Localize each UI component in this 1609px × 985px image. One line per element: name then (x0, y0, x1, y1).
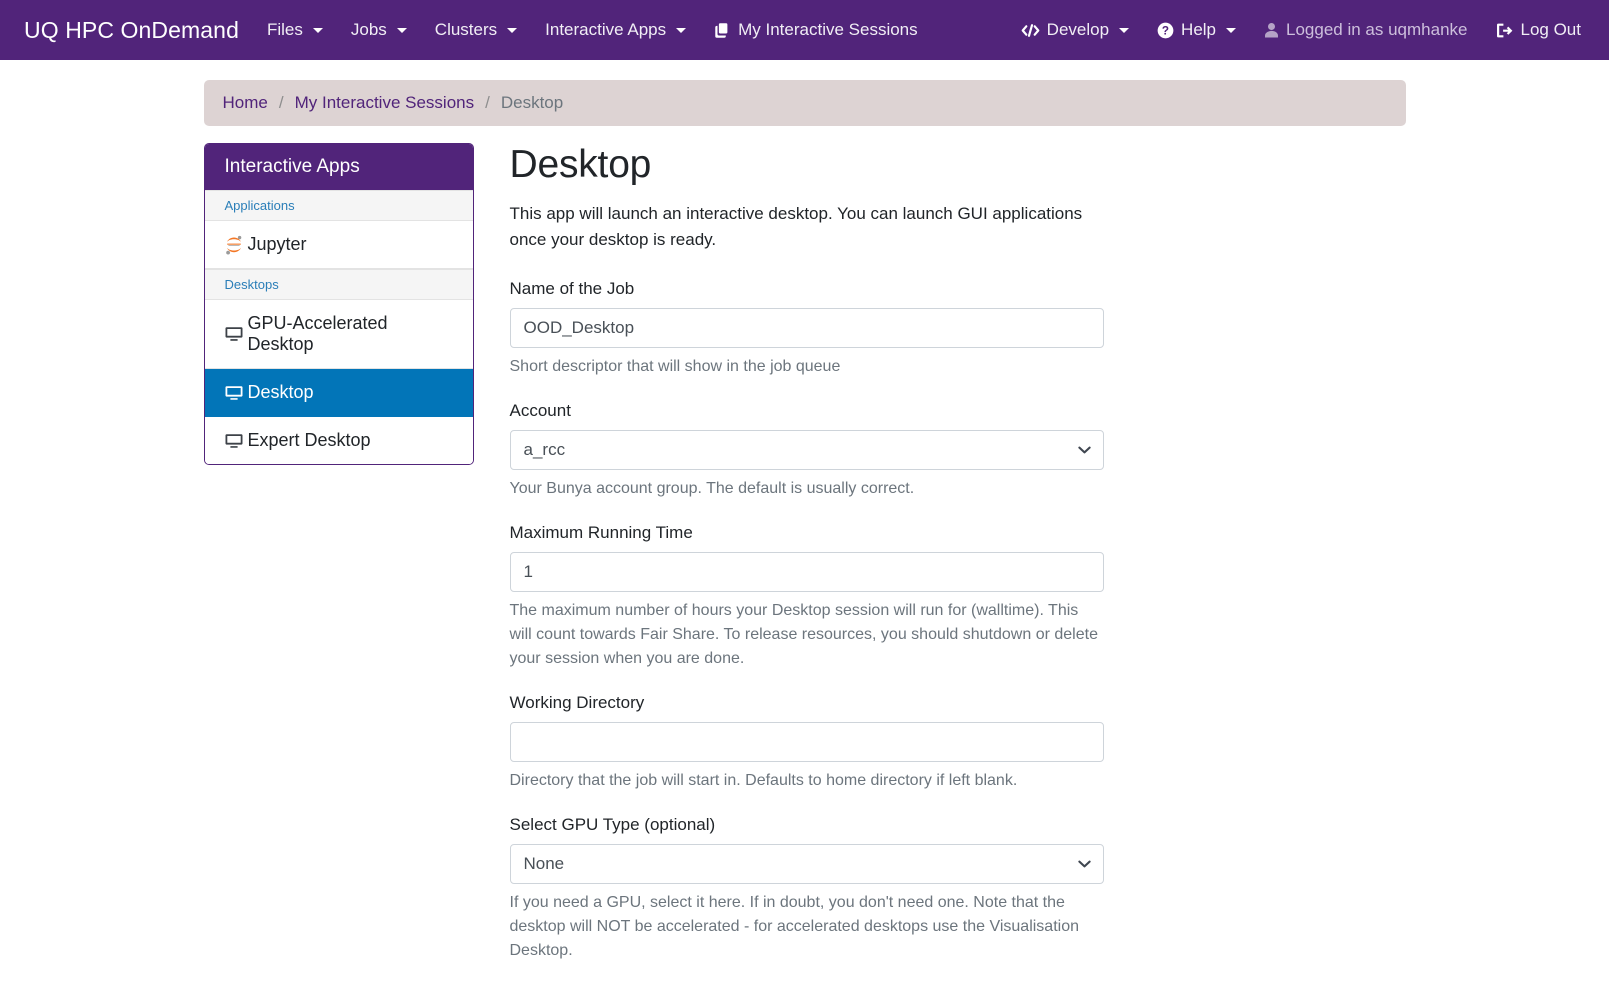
gpu-type-select-wrapper: None (509, 843, 1104, 884)
interactive-apps-card: Interactive Apps Applications Jupyter De… (203, 143, 474, 465)
top-navbar: UQ HPC OnDemand Files Jobs Clusters Inte… (0, 0, 1609, 60)
gpu-type-select[interactable]: None (509, 843, 1104, 884)
caret-down-icon (1226, 27, 1237, 33)
field-group-gpu-type: Select GPU Type (optional) None If you n… (509, 814, 1104, 963)
help-account: Your Bunya account group. The default is… (509, 479, 915, 497)
nav-item-help[interactable]: ? Help (1143, 12, 1250, 48)
label-gpu-type: Select GPU Type (optional) (509, 814, 716, 834)
caret-down-icon (676, 27, 687, 33)
breadcrumb-home[interactable]: Home (223, 93, 268, 113)
svg-text:?: ? (1162, 24, 1169, 37)
question-circle-icon: ? (1157, 22, 1174, 39)
content-row: Interactive Apps Applications Jupyter De… (203, 143, 1406, 985)
label-max-time: Maximum Running Time (509, 522, 693, 542)
sidebar-item-label: Desktop (247, 382, 314, 402)
caret-down-icon (312, 27, 323, 33)
caret-down-icon (1119, 27, 1130, 33)
breadcrumb-separator: / (278, 93, 284, 112)
nav-item-log-out[interactable]: Log Out (1482, 12, 1596, 48)
nav-item-logged-in-user: Logged in as uqmhanke (1250, 12, 1481, 48)
breadcrumb-current: Desktop (500, 93, 564, 112)
desktop-icon (225, 326, 243, 342)
nav-item-develop[interactable]: Develop (1007, 12, 1143, 48)
navbar-right-links: Develop ? Help Logged in as uqmhanke Log… (1007, 12, 1595, 48)
nav-item-clusters[interactable]: Clusters (421, 12, 531, 48)
help-job-name: Short descriptor that will show in the j… (509, 357, 841, 375)
nav-label-my-interactive-sessions: My Interactive Sessions (738, 20, 918, 39)
job-name-input[interactable] (509, 307, 1104, 348)
label-job-name: Name of the Job (509, 278, 635, 298)
page-title: Desktop (509, 143, 652, 186)
working-directory-input[interactable] (509, 721, 1104, 762)
nav-label-files: Files (266, 20, 303, 39)
nav-label-jobs: Jobs (350, 20, 387, 39)
caret-down-icon (507, 27, 518, 33)
user-icon (1264, 22, 1279, 39)
sidebar-item-jupyter[interactable]: Jupyter (204, 221, 473, 269)
navbar-left-links: Files Jobs Clusters Interactive Apps My … (253, 12, 932, 48)
account-select[interactable]: a_rcc (509, 429, 1104, 470)
nav-item-interactive-apps[interactable]: Interactive Apps (531, 12, 700, 48)
label-working-directory: Working Directory (509, 692, 645, 712)
nav-label-log-out: Log Out (1520, 20, 1582, 39)
sidebar-group-heading-applications: Applications (204, 190, 473, 221)
sidebar-group-heading-desktops: Desktops (204, 269, 473, 300)
nav-label-clusters: Clusters (434, 20, 498, 39)
help-gpu-type: If you need a GPU, select it here. If in… (509, 893, 1080, 959)
field-group-max-time: Maximum Running Time The maximum number … (509, 522, 1104, 671)
code-icon (1021, 22, 1040, 39)
sidebar-list: Applications Jupyter Desktops GPU-Accele… (204, 190, 473, 464)
desktop-icon (225, 433, 243, 449)
page-container: Home / My Interactive Sessions / Desktop… (189, 80, 1421, 985)
nav-item-files[interactable]: Files (253, 12, 337, 48)
account-select-wrapper: a_rcc (509, 429, 1104, 470)
sidebar-item-label: Jupyter (247, 234, 307, 254)
help-max-time: The maximum number of hours your Desktop… (509, 601, 1098, 667)
sidebar-item-desktop[interactable]: Desktop (204, 369, 473, 417)
nav-label-help: Help (1181, 20, 1217, 39)
breadcrumb-separator: / (485, 93, 490, 112)
label-account: Account (509, 400, 571, 420)
logout-icon (1496, 22, 1514, 39)
nav-item-jobs[interactable]: Jobs (337, 12, 421, 48)
sidebar-item-label: Expert Desktop (247, 430, 371, 450)
max-time-input[interactable] (509, 551, 1104, 592)
sidebar-column: Interactive Apps Applications Jupyter De… (203, 143, 489, 985)
caret-down-icon (396, 27, 407, 33)
layers-icon (714, 22, 731, 39)
app-description: This app will launch an interactive desk… (509, 204, 1083, 249)
sidebar-item-gpu-accelerated-desktop[interactable]: GPU-Accelerated Desktop (204, 300, 473, 369)
field-group-working-directory: Working Directory Directory that the job… (509, 692, 1104, 793)
nav-label-interactive-apps: Interactive Apps (545, 20, 667, 39)
jupyter-icon (225, 235, 243, 255)
help-working-directory: Directory that the job will start in. De… (509, 771, 1018, 789)
desktop-icon (225, 385, 243, 401)
nav-label-develop: Develop (1046, 20, 1110, 39)
brand-logo[interactable]: UQ HPC OnDemand (10, 17, 253, 44)
breadcrumb-my-interactive-sessions[interactable]: My Interactive Sessions (295, 93, 475, 113)
breadcrumb: Home / My Interactive Sessions / Desktop (203, 80, 1406, 126)
nav-label-logged-in-user: Logged in as uqmhanke (1286, 20, 1468, 39)
sidebar-item-label: GPU-Accelerated Desktop (247, 313, 388, 354)
field-group-account: Account a_rcc Your Bunya account group. … (509, 400, 1104, 501)
sidebar-item-expert-desktop[interactable]: Expert Desktop (204, 417, 473, 464)
nav-item-my-interactive-sessions[interactable]: My Interactive Sessions (700, 12, 932, 48)
field-group-job-name: Name of the Job Short descriptor that wi… (509, 278, 1104, 379)
main-column: Desktop This app will launch an interact… (489, 143, 1104, 985)
sidebar-title: Interactive Apps (204, 144, 473, 190)
